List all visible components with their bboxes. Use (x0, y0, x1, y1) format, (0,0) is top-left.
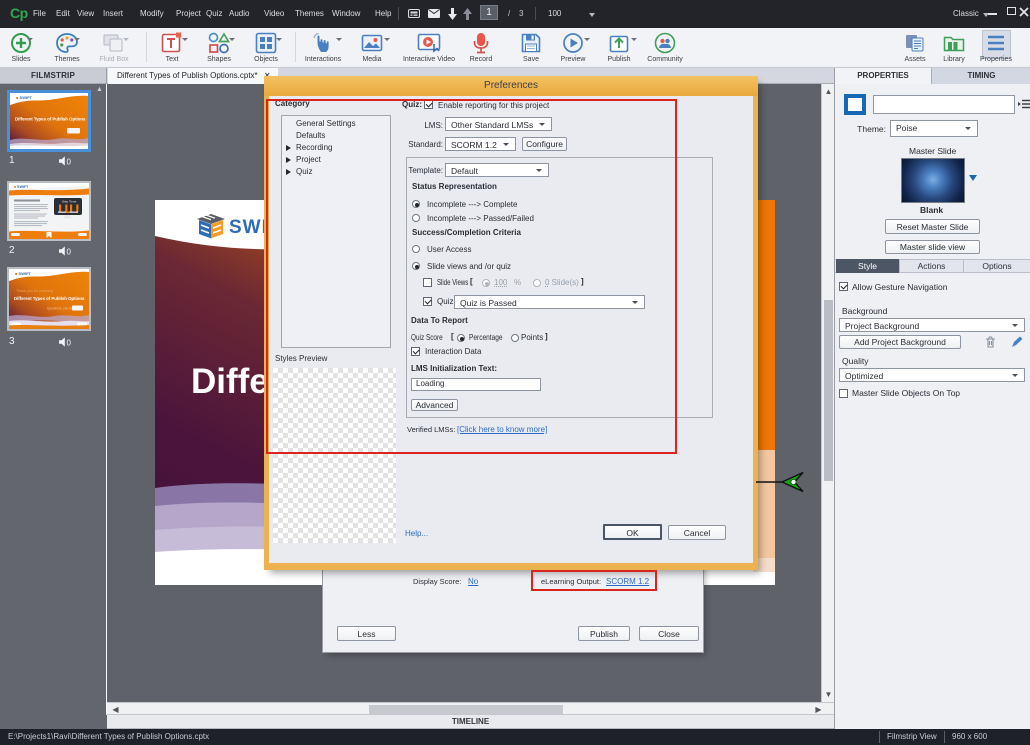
svg-text:▌▐: ▌▐ (70, 204, 79, 212)
svg-text:Different Types of Publish Opt: Different Types of Publish Options (14, 296, 85, 301)
svg-text:■ SWIFT: ■ SWIFT (14, 185, 29, 189)
svg-text:0: 0 (67, 248, 72, 257)
svg-text:Different Types of Publish Opt: Different Types of Publish Options (15, 117, 86, 122)
svg-text:0: 0 (67, 339, 72, 348)
svg-text:■ SWIFT: ■ SWIFT (16, 95, 33, 100)
svg-text:▌▐: ▌▐ (59, 204, 68, 212)
svg-text:0: 0 (67, 158, 72, 167)
svg-text:Thank you for watching: Thank you for watching (16, 289, 53, 293)
svg-text:■ SWIFT: ■ SWIFT (15, 271, 32, 276)
svg-text:Step Timer: Step Timer (62, 200, 77, 204)
